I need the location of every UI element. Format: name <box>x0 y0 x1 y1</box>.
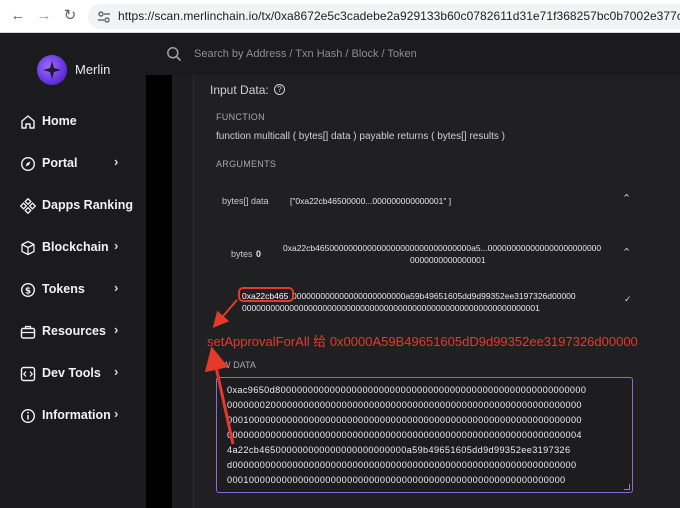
chevron-right-icon: › <box>114 322 119 337</box>
address-bar[interactable]: https://scan.merlinchain.io/tx/0xa8672e5… <box>88 4 680 29</box>
chevron-right-icon: › <box>114 364 119 379</box>
svg-text:$: $ <box>25 287 31 297</box>
raw-data-line: 0001000000000000000000000000000000000000… <box>227 415 582 425</box>
sidebar-item-portal[interactable]: Portal › <box>20 153 130 175</box>
raw-data-line: 0001000000000000000000000000000000000000… <box>227 475 566 485</box>
raw-data-line: 0000000000000000000000000000000000000000… <box>227 430 582 440</box>
arg-bytes-label: bytes <box>231 249 253 259</box>
search-bar: Search by Address / Txn Hash / Block / T… <box>146 33 680 75</box>
briefcase-icon <box>20 325 36 339</box>
check-icon: ✓ <box>624 294 632 304</box>
sidebar-item-dev-tools[interactable]: Dev Tools › <box>20 363 130 385</box>
decoded-value-line2: 0000000000000000000000000000000000000000… <box>242 303 540 313</box>
raw-data-line: 0000000200000000000000000000000000000000… <box>227 400 582 410</box>
input-data-title: Input Data: <box>210 83 269 97</box>
sidebar-item-information[interactable]: Information › <box>20 405 130 427</box>
apps-icon <box>20 198 36 214</box>
arg-bytes-index: 0 <box>256 249 262 259</box>
raw-data-title: RAW DATA <box>210 360 256 370</box>
raw-data-textarea[interactable]: 0xac9650d8000000000000000000000000000000… <box>216 377 633 493</box>
chevron-right-icon: › <box>114 154 119 169</box>
arg-value: ["0xa22cb46500000...000000000000001" ] <box>290 196 452 206</box>
page-gutter <box>146 75 172 508</box>
raw-data-line: 0xac9650d8000000000000000000000000000000… <box>227 385 587 395</box>
resize-handle[interactable] <box>624 484 630 490</box>
annotation-note: setApprovalForAll 给 0x0000A59B49651605dD… <box>207 334 638 349</box>
site-settings-icon[interactable] <box>96 9 112 25</box>
sidebar: Merlin Home Portal › Dapps Ranking Block… <box>0 33 146 508</box>
compass-icon <box>20 156 36 172</box>
chevron-right-icon: › <box>114 238 119 253</box>
raw-data-line: d000000000000000000000000000000000000000… <box>227 460 577 470</box>
forward-arrow-icon[interactable]: → <box>34 6 54 26</box>
home-icon <box>21 115 35 129</box>
sidebar-item-dapps-ranking[interactable]: Dapps Ranking <box>20 195 133 217</box>
search-icon[interactable] <box>166 46 182 62</box>
function-section-title: FUNCTION <box>216 112 265 122</box>
back-arrow-icon[interactable]: ← <box>8 6 28 26</box>
sidebar-item-blockchain[interactable]: Blockchain › <box>20 237 130 259</box>
sidebar-item-resources[interactable]: Resources › <box>20 321 130 343</box>
search-input[interactable]: Search by Address / Txn Hash / Block / T… <box>194 48 417 60</box>
merlin-logo-icon[interactable] <box>37 55 67 85</box>
arguments-section-title: ARGUMENTS <box>216 159 277 169</box>
url-text: https://scan.merlinchain.io/tx/0xa8672e5… <box>118 9 680 23</box>
help-icon[interactable]: ? <box>274 84 285 95</box>
chevron-right-icon: › <box>114 280 119 295</box>
info-icon <box>20 408 36 424</box>
function-signature: function multicall ( bytes[] data ) paya… <box>216 131 506 142</box>
cube-icon <box>21 240 35 256</box>
selector-highlight <box>238 287 294 302</box>
brand-name[interactable]: Merlin <box>75 62 110 77</box>
collapse-chevron-icon[interactable]: ⌃ <box>622 246 631 259</box>
arg-type-label: bytes[] data <box>222 196 269 206</box>
dollar-icon: $ <box>20 282 36 298</box>
reload-icon[interactable]: ↻ <box>60 6 80 26</box>
sidebar-item-home[interactable]: Home <box>20 111 130 133</box>
browser-toolbar: ← → ↻ https://scan.merlinchain.io/tx/0xa… <box>0 0 680 33</box>
chevron-right-icon: › <box>114 406 119 421</box>
collapse-chevron-icon[interactable]: ⌃ <box>622 192 631 205</box>
arg-bytes-value-line2: 0000000000000001 <box>410 255 486 265</box>
code-icon <box>20 366 36 382</box>
decoded-value-line1: 000000000000000000000000a59b49651605dd9d… <box>292 291 576 301</box>
sidebar-item-tokens[interactable]: $ Tokens › <box>20 279 130 301</box>
raw-data-line: 4a22cb465000000000000000000000000a59b496… <box>227 445 571 455</box>
arg-bytes-value-line1: 0xa22cb465000000000000000000000000000000… <box>283 243 602 253</box>
